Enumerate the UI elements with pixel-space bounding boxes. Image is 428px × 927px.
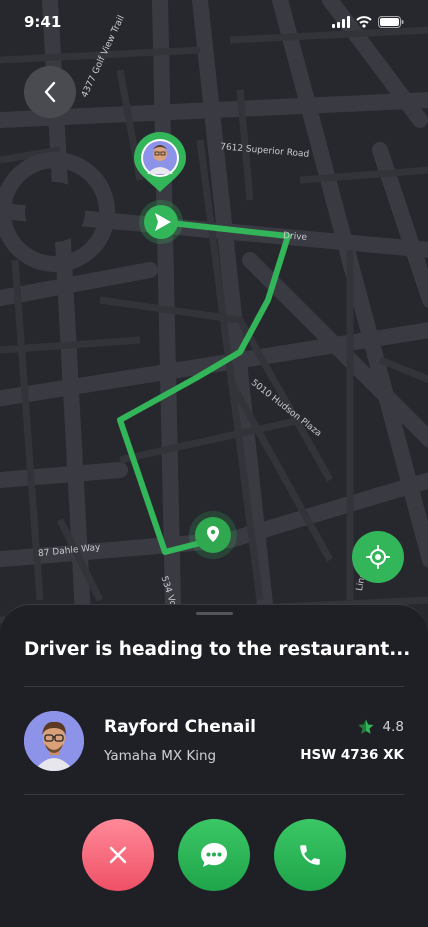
driver-position-marker — [139, 200, 183, 244]
chevron-left-icon — [44, 81, 56, 103]
chat-bubble-icon — [201, 843, 227, 867]
license-plate: HSW 4736 XK — [300, 747, 404, 763]
phone-icon — [300, 845, 320, 865]
sheet-title: Driver is heading to the restaurant... — [24, 639, 411, 660]
divider-bottom — [24, 794, 404, 795]
status-time: 9:41 — [24, 13, 62, 31]
driver-name: Rayford Chenail — [104, 717, 257, 737]
driver-info-sheet: Driver is heading to the restaurant... R… — [0, 604, 428, 927]
street-label-drive: Drive — [282, 230, 308, 244]
cancel-button[interactable] — [82, 819, 154, 891]
star-icon — [358, 719, 374, 734]
locate-me-button[interactable] — [352, 531, 404, 583]
battery-icon — [378, 16, 404, 28]
crosshair-icon — [366, 545, 390, 569]
close-icon — [109, 846, 127, 864]
call-button[interactable] — [274, 819, 346, 891]
destination-marker — [189, 511, 237, 559]
driver-photo — [24, 711, 84, 771]
driver-avatar[interactable] — [24, 711, 84, 771]
status-icons — [332, 16, 404, 28]
status-bar: 9:41 — [0, 0, 428, 44]
chat-button[interactable] — [178, 819, 250, 891]
back-button[interactable] — [24, 66, 76, 118]
divider-top — [24, 686, 404, 687]
cellular-signal-icon — [332, 16, 350, 28]
driver-vehicle: Yamaha MX King — [104, 748, 217, 764]
rating-value: 4.8 — [382, 719, 404, 735]
sheet-drag-handle[interactable] — [196, 612, 233, 615]
driver-rating: 4.8 — [357, 718, 404, 736]
wifi-icon — [356, 16, 372, 28]
